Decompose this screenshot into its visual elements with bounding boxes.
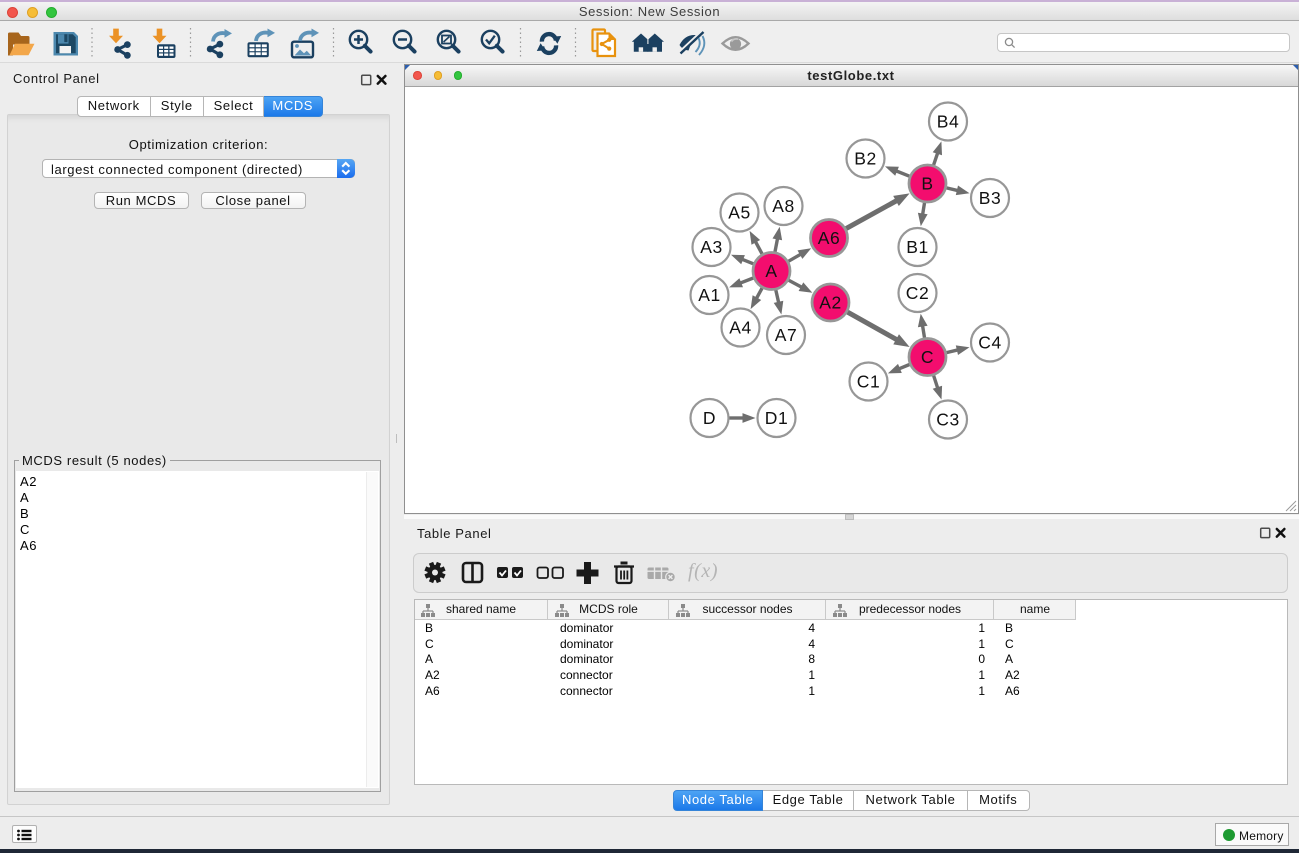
- svg-text:C2: C2: [905, 283, 929, 303]
- svg-text:C4: C4: [978, 333, 1002, 353]
- svg-text:A7: A7: [774, 325, 797, 345]
- svg-text:A3: A3: [700, 237, 723, 257]
- svg-text:C3: C3: [936, 410, 960, 430]
- svg-text:C1: C1: [856, 372, 880, 392]
- svg-text:A2: A2: [819, 293, 842, 313]
- svg-text:B2: B2: [854, 149, 877, 169]
- svg-text:C: C: [920, 347, 933, 367]
- svg-text:B4: B4: [936, 112, 959, 132]
- svg-text:B1: B1: [906, 237, 929, 257]
- svg-text:D1: D1: [764, 408, 788, 428]
- svg-text:A: A: [765, 261, 777, 281]
- svg-text:A8: A8: [772, 196, 795, 216]
- svg-text:B3: B3: [978, 188, 1001, 208]
- svg-text:B: B: [921, 174, 933, 194]
- svg-text:A5: A5: [728, 203, 751, 223]
- svg-text:A1: A1: [698, 285, 721, 305]
- svg-text:A4: A4: [729, 318, 752, 338]
- svg-text:A6: A6: [817, 228, 840, 248]
- svg-text:D: D: [702, 408, 715, 428]
